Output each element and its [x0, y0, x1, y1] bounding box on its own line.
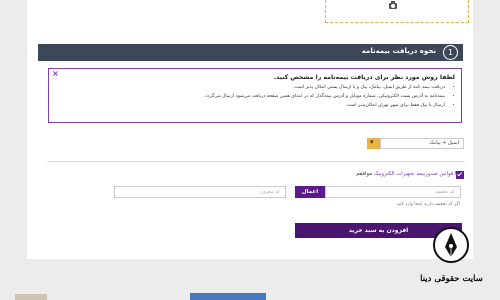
bottom-banner [190, 293, 266, 300]
list-item: بیمه‌نامه به آدرس پست الکترونیکی، شماره … [204, 92, 445, 101]
terms-suffix: موافقم [356, 171, 373, 177]
chevron-down-icon: ▾ [370, 138, 374, 146]
notice-headline: لطفا روش مورد نظر برای دریافت بیمه‌نامه … [273, 74, 455, 81]
section-title: نحوه دریافت بیمه‌نامه [361, 47, 436, 55]
terms-label: با قوانین صدوربیمه تجهیزات الکترونیک موا… [356, 171, 458, 177]
delivery-notice-box: × لطفا روش مورد نظر برای دریافت بیمه‌نام… [48, 68, 462, 123]
coupon-hint: اگر کد تخفیف دارید اینجا وارد کنید [396, 202, 460, 207]
coupon-input[interactable]: کد تخفیف [325, 186, 461, 198]
form-card [27, 0, 473, 259]
referral-code-input[interactable]: کد معرف [114, 186, 286, 198]
coupon-placeholder: کد تخفیف [434, 189, 455, 195]
image-upload-box[interactable] [325, 0, 469, 23]
site-logo: سایت حقوقی دینا [403, 227, 500, 300]
divider [47, 161, 465, 162]
terms-link[interactable]: قوانین صدوربیمه تجهیزات الکترونیک [374, 171, 453, 177]
delivery-method-select[interactable]: ایمیل + پیامک [380, 138, 464, 149]
list-item: دریافت بیمه نامه از طریق ایمیل، پیامک، پ… [204, 83, 445, 92]
referral-placeholder: کد معرف [260, 189, 280, 195]
section-header: 1 نحوه دریافت بیمه‌نامه [38, 44, 463, 61]
close-icon[interactable]: × [52, 69, 59, 78]
delivery-method-dropdown-button[interactable]: ▾ [367, 138, 380, 149]
apply-coupon-button[interactable]: اعمال [295, 186, 325, 198]
terms-prefix: با [454, 171, 458, 177]
camera-icon[interactable] [389, 1, 397, 9]
list-item: ارسال با پیک فقط برای شهر تهران امکان‌پذ… [204, 101, 445, 110]
logo-text: سایت حقوقی دینا [420, 274, 483, 284]
notice-list: دریافت بیمه نامه از طریق ایمیل، پیامک، پ… [204, 83, 453, 110]
delivery-method-value: ایمیل + پیامک [429, 140, 459, 146]
section-number: 1 [443, 45, 458, 60]
bottom-thumbnail [15, 294, 47, 300]
pen-nib-icon [433, 227, 469, 263]
